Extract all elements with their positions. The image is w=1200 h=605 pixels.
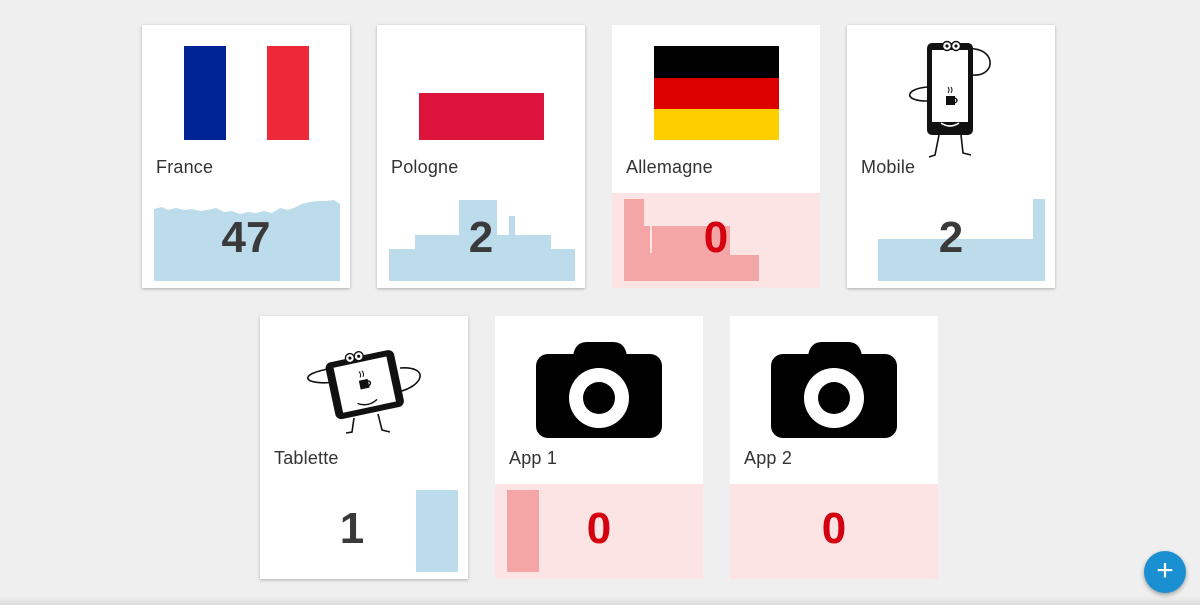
tile-label: Allemagne (626, 157, 713, 177)
tile-label: Pologne (391, 157, 459, 177)
plus-icon: + (1156, 554, 1174, 587)
tile-label: App 1 (509, 448, 558, 468)
footer-shadow (0, 596, 1200, 605)
tile-count: 2 (468, 213, 494, 262)
tile-pologne[interactable]: Pologne 2 (377, 25, 585, 288)
tile-allemagne[interactable]: Allemagne 0 (612, 25, 820, 288)
tile-tablette[interactable]: Tablette 1 (260, 316, 468, 579)
add-button[interactable]: + (1144, 551, 1186, 593)
tablet-icon (260, 316, 468, 464)
poland-flag-icon (377, 25, 585, 173)
tile-label: France (156, 157, 214, 177)
mobile-phone-icon (847, 25, 1055, 173)
tile-count: 0 (586, 504, 612, 553)
camera-icon (730, 316, 938, 464)
germany-flag-icon (612, 25, 820, 173)
tile-count: 0 (703, 213, 729, 262)
tile-label: Tablette (274, 448, 339, 468)
tile-count: 2 (938, 213, 964, 262)
france-flag-icon (142, 25, 350, 173)
tile-label: Mobile (861, 157, 916, 177)
tile-france[interactable]: France 47 (142, 25, 350, 288)
tile-count: 0 (821, 504, 847, 553)
tile-app-2[interactable]: App 2 0 (730, 316, 938, 579)
tile-label: App 2 (744, 448, 793, 468)
camera-icon (495, 316, 703, 464)
tile-count: 47 (221, 213, 271, 262)
tile-app-1[interactable]: App 1 0 (495, 316, 703, 579)
tile-mobile[interactable]: Mobile 2 (847, 25, 1055, 288)
tile-count: 1 (339, 504, 365, 553)
